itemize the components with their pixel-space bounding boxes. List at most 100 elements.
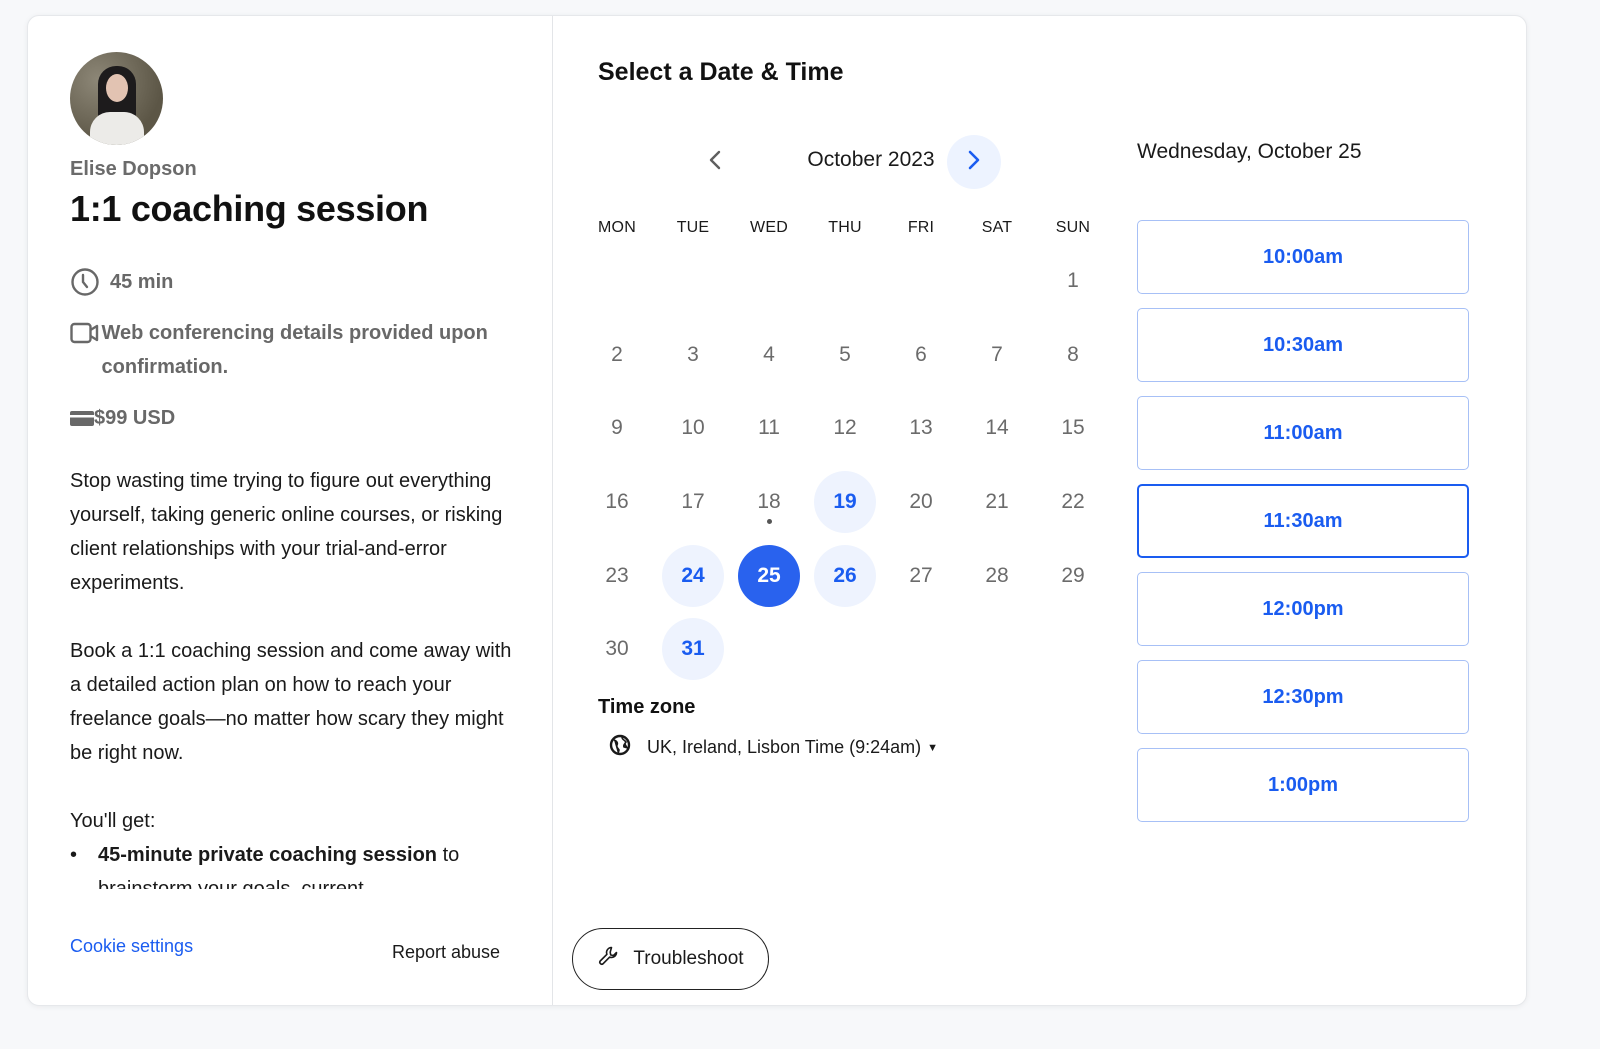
time-slot-button[interactable]: 12:30pm — [1137, 660, 1469, 734]
clock-icon — [70, 265, 110, 299]
chevron-right-icon — [967, 149, 981, 176]
calendar-day-available[interactable]: 31 — [655, 612, 731, 686]
calendar-day: 16 — [579, 465, 655, 539]
timezone-select[interactable]: UK, Ireland, Lisbon Time (9:24am) ▼ — [609, 734, 938, 761]
calendar-blank — [959, 244, 1035, 318]
list-intro: You'll get: — [70, 810, 156, 832]
calendar-blank — [731, 244, 807, 318]
weekday-label: WED — [750, 219, 788, 236]
section-title: Select a Date & Time — [598, 58, 844, 86]
calendar-day: 2 — [579, 318, 655, 392]
caret-down-icon: ▼ — [927, 741, 939, 754]
calendar-day: 17 — [655, 465, 731, 539]
booking-card: Elise Dopson 1:1 coaching session 45 min… — [27, 15, 1527, 1006]
calendar-day: 22 — [1035, 465, 1111, 539]
day-number: 28 — [985, 563, 1009, 587]
day-number: 12 — [833, 416, 857, 440]
event-description: Stop wasting time trying to figure out e… — [70, 464, 520, 889]
credit-card-icon — [70, 401, 94, 435]
calendar-day: 29 — [1035, 539, 1111, 613]
day-number: 1 — [1067, 268, 1079, 292]
list-item: • 45-minute private coaching session to … — [70, 838, 520, 889]
day-number: 23 — [605, 563, 629, 587]
day-number: 22 — [1061, 489, 1085, 513]
calendar-day: 23 — [579, 539, 655, 613]
video-camera-icon — [70, 316, 102, 350]
time-slot-button[interactable]: 10:00am — [1137, 220, 1469, 294]
event-conferencing: Web conferencing details provided upon c… — [70, 316, 510, 384]
timezone-value: UK, Ireland, Lisbon Time (9:24am) — [647, 737, 922, 757]
day-number: 8 — [1067, 342, 1079, 366]
day-number: 2 — [611, 342, 623, 366]
cookie-settings-link[interactable]: Cookie settings — [70, 936, 193, 957]
day-number: 31 — [662, 618, 724, 681]
calendar-day: 30 — [579, 612, 655, 686]
day-number: 19 — [814, 470, 876, 533]
time-slot-button[interactable]: 1:00pm — [1137, 748, 1469, 822]
troubleshoot-label: Troubleshoot — [633, 948, 744, 969]
weekday-label: MON — [598, 219, 636, 236]
event-title: 1:1 coaching session — [70, 188, 429, 229]
weekday-label: THU — [828, 219, 862, 236]
bullet-bold: 45-minute private coaching session — [98, 844, 438, 866]
calendar-day: 27 — [883, 539, 959, 613]
month-label: October 2023 — [807, 148, 935, 171]
troubleshoot-button[interactable]: Troubleshoot — [572, 928, 769, 990]
calendar-day: 9 — [579, 391, 655, 465]
calendar-day: 10 — [655, 391, 731, 465]
calendar-day-available[interactable]: 19 — [807, 465, 883, 539]
timezone-label: Time zone — [598, 696, 696, 718]
calendar-blank — [807, 244, 883, 318]
calendar-day: 12 — [807, 391, 883, 465]
time-slot-button[interactable]: 11:00am — [1137, 396, 1469, 470]
calendar-day-available[interactable]: 26 — [807, 539, 883, 613]
wrench-icon — [597, 944, 621, 974]
price-text: $99 USD — [94, 407, 176, 429]
calendar-day-available[interactable]: 24 — [655, 539, 731, 613]
day-number: 21 — [985, 489, 1009, 513]
day-number: 24 — [662, 544, 724, 607]
day-number: 7 — [991, 342, 1003, 366]
bullet-icon: • — [70, 844, 78, 866]
time-slot-button[interactable]: 11:30am — [1137, 484, 1469, 558]
calendar-day: 28 — [959, 539, 1035, 613]
calendar-blank — [655, 244, 731, 318]
calendar-day: 13 — [883, 391, 959, 465]
duration-text: 45 min — [110, 271, 174, 293]
day-number: 30 — [605, 637, 629, 661]
day-number: 17 — [681, 489, 705, 513]
day-number: 9 — [611, 416, 623, 440]
calendar-day: 15 — [1035, 391, 1111, 465]
globe-icon — [609, 734, 631, 761]
day-number: 16 — [605, 489, 629, 513]
calendar-day: 3 — [655, 318, 731, 392]
time-slot-list: 10:00am 10:30am 11:00am 11:30am 12:00pm 12:30… — [1137, 220, 1469, 836]
weekday-label: SUN — [1055, 219, 1091, 236]
day-number: 14 — [985, 416, 1009, 440]
report-abuse-link[interactable]: Report abuse — [392, 942, 500, 963]
day-number: 5 — [839, 342, 851, 366]
calendar-day-selected[interactable]: 25 — [731, 539, 807, 613]
selected-date-heading: Wednesday, October 25 — [1137, 140, 1362, 163]
calendar-day: 20 — [883, 465, 959, 539]
day-number: 20 — [909, 489, 933, 513]
time-slot-button[interactable]: 12:00pm — [1137, 572, 1469, 646]
event-details-panel: Elise Dopson 1:1 coaching session 45 min… — [28, 16, 553, 1005]
day-number: 3 — [687, 342, 699, 366]
today-indicator — [766, 519, 772, 525]
month-navigation: October 2023 — [598, 134, 1098, 190]
calendar-day: 21 — [959, 465, 1035, 539]
calendar-day: 5 — [807, 318, 883, 392]
event-price: $99 USD — [70, 401, 175, 435]
time-slot-button[interactable]: 10:30am — [1137, 308, 1469, 382]
host-avatar — [70, 52, 163, 145]
day-number: 10 — [681, 416, 705, 440]
calendar-day: 18 — [731, 465, 807, 539]
weekday-label: FRI — [907, 219, 935, 236]
day-number: 26 — [814, 544, 876, 607]
calendar-day: 4 — [731, 318, 807, 392]
day-number: 6 — [915, 342, 927, 366]
next-month-button[interactable] — [947, 135, 1001, 189]
weekday-label: SAT — [981, 219, 1013, 236]
day-number: 13 — [909, 416, 933, 440]
